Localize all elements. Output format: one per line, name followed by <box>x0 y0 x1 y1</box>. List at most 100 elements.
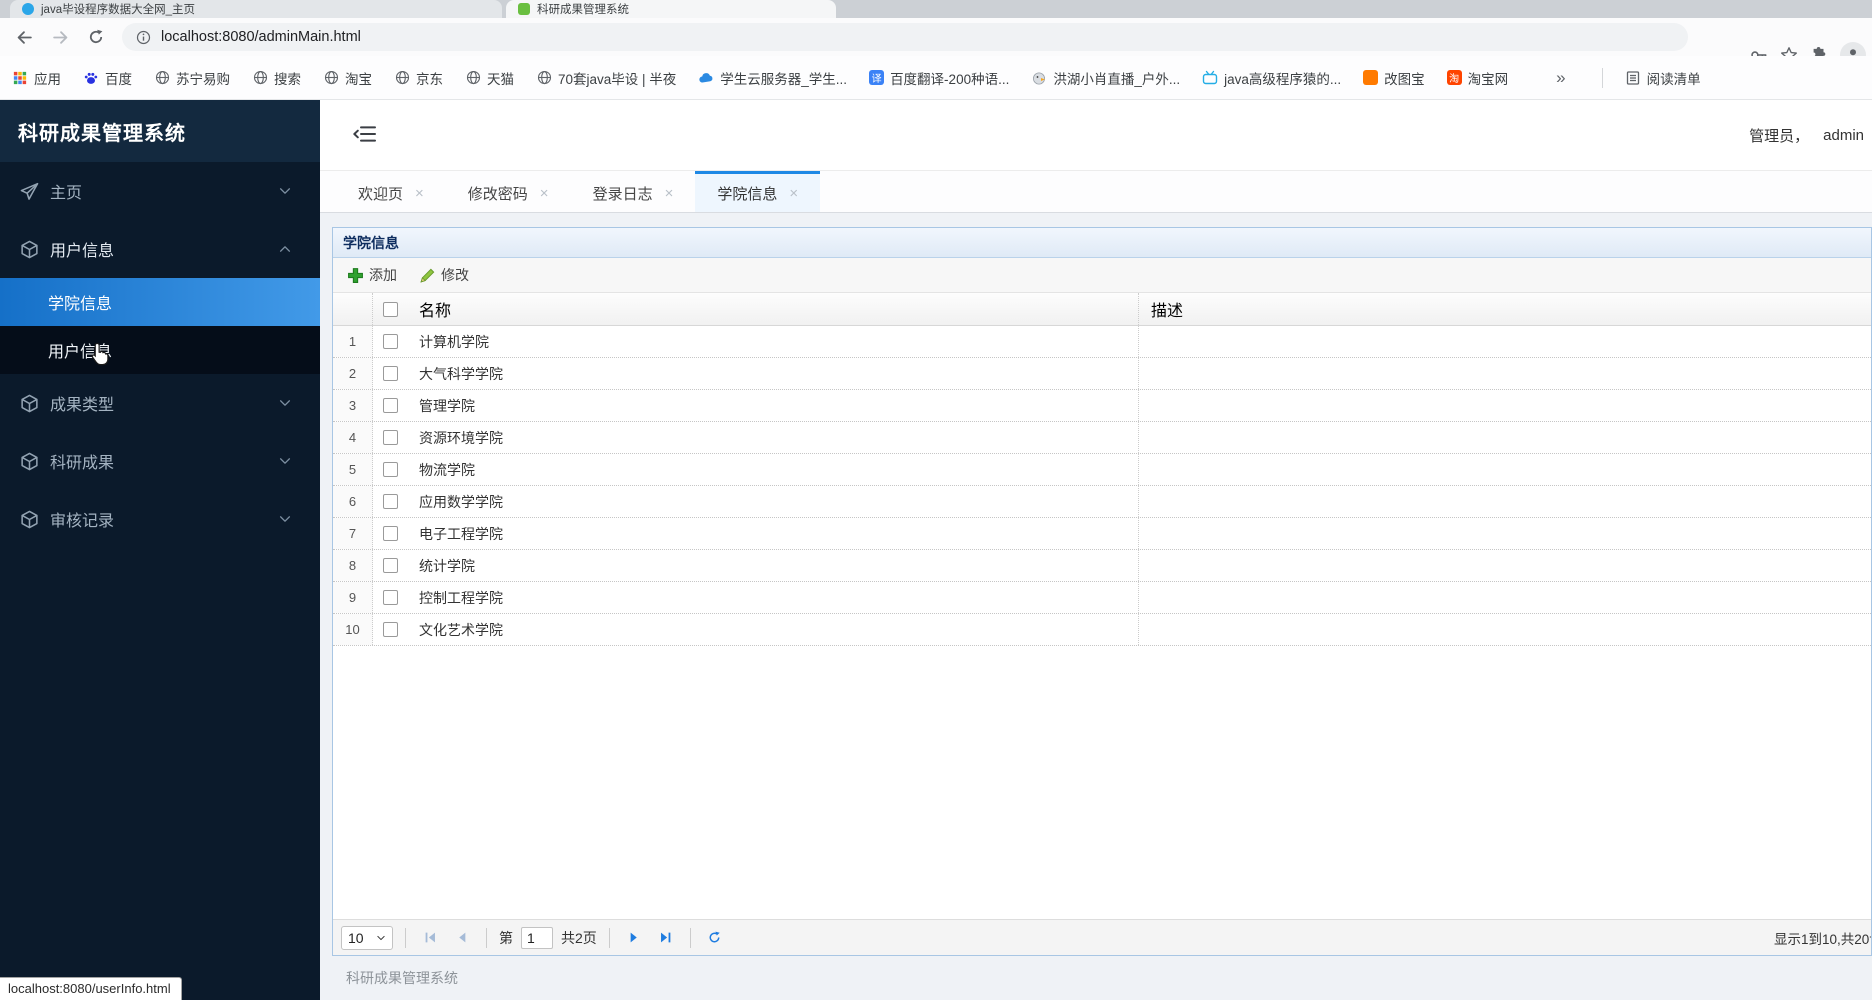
sidebar-item-result-type[interactable]: 成果类型 <box>0 374 320 432</box>
browser-tab-title: java毕设程序数据大全网_主页 <box>41 4 195 16</box>
bookmarks-overflow-chevron[interactable]: » <box>1556 68 1565 88</box>
globe-icon <box>323 70 339 86</box>
username[interactable]: admin <box>1823 127 1864 144</box>
bookmark-item[interactable]: 京东 <box>394 68 443 88</box>
sidebar-subitem-user-info[interactable]: 用户信息 <box>0 326 320 374</box>
user-role-label: 管理员， <box>1749 128 1810 145</box>
bookmark-item[interactable]: 苏宁易购 <box>154 68 230 88</box>
pager-separator <box>608 927 610 948</box>
sidebar-item-research-results[interactable]: 科研成果 <box>0 432 320 490</box>
bookmark-apps[interactable]: 应用 <box>12 68 61 88</box>
chevron-down-icon <box>278 396 292 410</box>
next-page-button[interactable] <box>622 926 646 950</box>
table-row[interactable]: 9 控制工程学院 <box>333 582 1871 614</box>
table-row[interactable]: 2 大气科学学院 <box>333 358 1871 390</box>
row-checkbox[interactable] <box>382 366 398 381</box>
tab-favicon-green <box>518 3 530 15</box>
name-column-header[interactable]: 名称 <box>407 293 1139 325</box>
browser-tab-active[interactable]: 科研成果管理系统 <box>506 0 836 18</box>
college-name: 应用数学学院 <box>407 486 1139 517</box>
table-row[interactable]: 7 电子工程学院 <box>333 518 1871 550</box>
page-size-select[interactable]: 10 <box>341 925 393 950</box>
tab-welcome[interactable]: 欢迎页 <box>336 171 446 212</box>
sidebar-subitem-college-info[interactable]: 学院信息 <box>0 278 320 326</box>
tab-change-password[interactable]: 修改密码 <box>446 171 571 212</box>
pager-separator <box>486 927 487 948</box>
translate-icon <box>869 70 885 85</box>
table-row[interactable]: 4 资源环境学院 <box>333 422 1871 454</box>
browser-tab-inactive[interactable]: java毕设程序数据大全网_主页 <box>10 0 502 18</box>
bookmark-item[interactable]: 淘宝网 <box>1446 68 1508 88</box>
address-bar[interactable]: localhost:8080/adminMain.html <box>122 23 1688 51</box>
prev-page-button[interactable] <box>450 926 474 950</box>
row-checkbox[interactable] <box>382 526 398 541</box>
bookmark-item[interactable]: 天猫 <box>465 68 514 88</box>
cube-icon <box>20 452 39 471</box>
bookmark-item[interactable]: 洪湖小肖直播_户外... <box>1031 68 1180 88</box>
next-page-icon <box>627 931 640 944</box>
add-button[interactable]: 添加 <box>341 262 403 288</box>
page-prefix-label: 第 <box>499 929 513 946</box>
grid-empty-space <box>333 646 1871 919</box>
bookmark-item[interactable]: 百度翻译-200种语... <box>869 68 1009 88</box>
tab-college-info[interactable]: 学院信息 <box>695 171 821 212</box>
close-icon[interactable] <box>540 185 549 202</box>
collapse-sidebar-icon[interactable] <box>353 122 377 146</box>
sidebar-item-user-info[interactable]: 用户信息 <box>0 220 320 278</box>
table-row[interactable]: 5 物流学院 <box>333 454 1871 486</box>
college-name: 控制工程学院 <box>407 582 1139 613</box>
gaitubao-icon <box>1363 70 1379 85</box>
site-info-icon[interactable] <box>136 30 151 45</box>
desc-column-header[interactable]: 描述 <box>1139 293 1871 325</box>
table-row[interactable]: 8 统计学院 <box>333 550 1871 582</box>
bookmark-item[interactable]: 淘宝 <box>323 68 372 88</box>
last-page-button[interactable] <box>654 926 678 950</box>
chevron-down-icon <box>278 512 292 526</box>
college-desc <box>1139 326 1871 357</box>
globe-icon <box>252 70 268 86</box>
close-icon[interactable] <box>665 185 674 202</box>
page-footer: 科研成果管理系统 <box>346 970 458 986</box>
table-row[interactable]: 10 文化艺术学院 <box>333 614 1871 646</box>
bookmark-item[interactable]: 改图宝 <box>1363 68 1425 88</box>
chevron-down-icon <box>278 184 292 198</box>
forward-icon[interactable] <box>48 25 72 49</box>
college-desc <box>1139 422 1871 453</box>
row-checkbox[interactable] <box>382 558 398 573</box>
row-checkbox[interactable] <box>382 398 398 413</box>
reading-list-button[interactable]: 阅读清单 <box>1625 68 1701 88</box>
bookmark-item[interactable]: java高级程序猿的... <box>1202 68 1341 88</box>
reload-icon[interactable] <box>84 25 108 49</box>
bookmark-item[interactable]: 学生云服务器_学生... <box>698 68 847 88</box>
table-row[interactable]: 3 管理学院 <box>333 390 1871 422</box>
college-name: 管理学院 <box>407 390 1139 421</box>
close-icon[interactable] <box>789 185 798 202</box>
sidebar-item-home[interactable]: 主页 <box>0 162 320 220</box>
close-icon[interactable] <box>415 185 424 202</box>
bookmark-item[interactable]: 70套java毕设 | 半夜 <box>536 68 676 88</box>
sidebar-item-audit-records[interactable]: 审核记录 <box>0 490 320 548</box>
refresh-button[interactable] <box>703 926 727 950</box>
user-area: 管理员， admin <box>1749 100 1864 171</box>
address-url[interactable]: localhost:8080/adminMain.html <box>161 29 361 45</box>
bookmark-item[interactable]: 百度 <box>83 68 132 88</box>
row-checkbox[interactable] <box>382 462 398 477</box>
table-row[interactable]: 6 应用数学学院 <box>333 486 1871 518</box>
edit-button[interactable]: 修改 <box>413 262 475 288</box>
table-row[interactable]: 1 计算机学院 <box>333 326 1871 358</box>
row-checkbox[interactable] <box>382 430 398 445</box>
select-all-checkbox[interactable] <box>382 301 398 317</box>
page-number-input[interactable] <box>521 926 553 949</box>
row-checkbox[interactable] <box>382 622 398 637</box>
row-checkbox[interactable] <box>382 334 398 349</box>
row-checkbox[interactable] <box>382 494 398 509</box>
bookmark-item[interactable]: 搜索 <box>252 68 301 88</box>
row-checkbox[interactable] <box>382 590 398 605</box>
tab-login-log[interactable]: 登录日志 <box>571 171 696 212</box>
bookmarks-separator <box>1601 67 1603 88</box>
first-page-button[interactable] <box>418 926 442 950</box>
send-icon <box>20 182 39 201</box>
panel-title: 学院信息 <box>333 228 1871 258</box>
back-icon[interactable] <box>12 25 36 49</box>
cube-icon <box>20 394 39 413</box>
